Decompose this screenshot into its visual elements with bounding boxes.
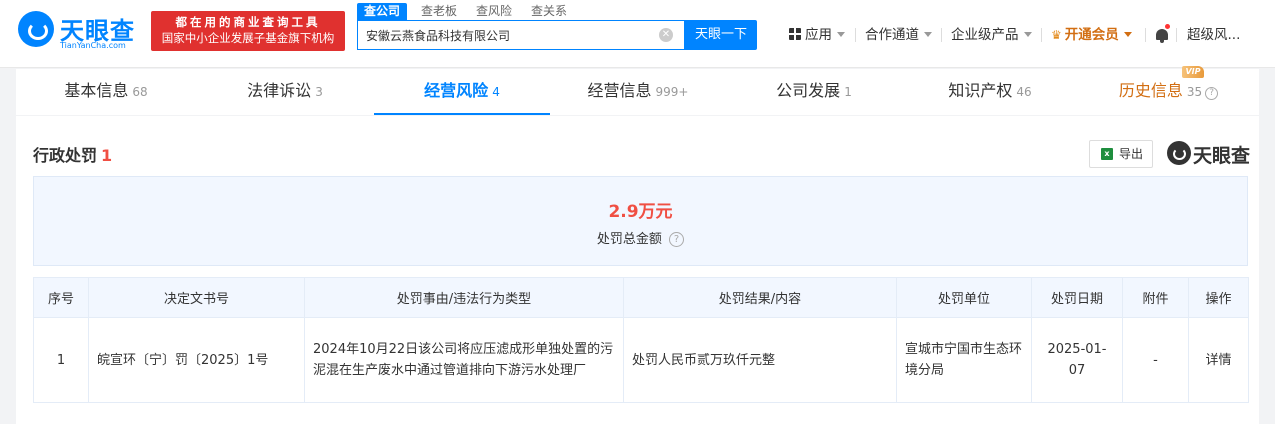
tab-label: 历史信息 [1118, 81, 1183, 100]
col-header-index: 序号 [33, 277, 89, 318]
search-button[interactable]: 天眼一下 [685, 20, 757, 50]
search-tab-boss[interactable]: 查老板 [414, 3, 464, 20]
nav-divider [941, 28, 942, 42]
tab-ip[interactable]: 知识产权 46 [902, 69, 1078, 115]
tab-label: 法律诉讼 [247, 81, 312, 100]
nav-enterprise[interactable]: 企业级产品 [951, 25, 1032, 45]
clear-icon[interactable]: ✕ [659, 28, 673, 42]
tab-label: 知识产权 [948, 81, 1013, 100]
col-header-result: 处罚结果/内容 [623, 277, 897, 318]
detail-link[interactable]: 详情 [1188, 317, 1249, 403]
promo-line-2: 国家中小企业发展子基金旗下机构 [161, 31, 335, 45]
summary-label-text: 处罚总金额 [596, 232, 662, 247]
watermark-text: 天眼查 [1193, 145, 1251, 167]
penalty-table: 序号 决定文书号 处罚事由/违法行为类型 处罚结果/内容 处罚单位 处罚日期 附… [33, 277, 1249, 403]
tab-count: 1 [844, 85, 852, 99]
logo-eye-icon [18, 11, 54, 47]
total-amount: 2.9万元 [608, 202, 673, 222]
nav-apps-label: 应用 [805, 27, 832, 43]
cell-result: 处罚人民币贰万玖仟元整 [623, 317, 897, 403]
notification-dot [1165, 24, 1170, 29]
tab-label: 公司发展 [776, 81, 841, 100]
search-tab-risk[interactable]: 查风险 [469, 3, 519, 20]
apps-grid-icon [789, 28, 801, 40]
admin-penalty-section: 行政处罚 1 x 导出 天眼查 2.9万元 处罚总金额 ? 序号 决定文书号 处罚… [16, 116, 1259, 424]
crown-icon: ♛ [1051, 28, 1062, 42]
tab-label: 经营信息 [587, 81, 652, 100]
tab-operating-info[interactable]: 经营信息 999+ [550, 69, 726, 115]
bell-icon[interactable] [1155, 24, 1170, 43]
tab-count: 999+ [655, 85, 689, 99]
nav-vip-label: 开通会员 [1064, 27, 1119, 43]
search-input[interactable] [366, 21, 656, 49]
nav-divider [1145, 28, 1146, 42]
cell-index: 1 [33, 317, 89, 403]
tab-history[interactable]: 历史信息 35? VIP [1078, 66, 1259, 115]
chevron-down-icon [1023, 32, 1032, 37]
nav-divider [1176, 28, 1177, 42]
nav-apps[interactable]: 应用 [789, 25, 845, 45]
tab-count: 46 [1016, 85, 1032, 99]
col-header-action: 操作 [1188, 277, 1249, 318]
tab-development[interactable]: 公司发展 1 [726, 69, 902, 115]
nav-vip[interactable]: ♛ 开通会员 [1051, 25, 1132, 45]
top-header: 天眼查 TianYanCha.com 都在用的商业查询工具 国家中小企业发展子基… [0, 0, 1275, 68]
nav-enterprise-label: 企业级产品 [951, 27, 1019, 43]
export-button[interactable]: x 导出 [1089, 140, 1153, 168]
nav-divider [1041, 28, 1042, 42]
tab-label: 经营风险 [424, 81, 489, 100]
logo-domain: TianYanCha.com [60, 41, 126, 50]
table-row: 1 皖宣环〔宁〕罚〔2025〕1号 2024年10月22日该公司将应压滤成形单独… [33, 317, 1249, 403]
cell-date: 2025-01-07 [1031, 317, 1123, 403]
tab-count: 3 [315, 85, 323, 99]
tab-count: 35 [1186, 85, 1203, 99]
penalty-summary: 2.9万元 处罚总金额 ? [33, 176, 1248, 266]
tab-operating-risk[interactable]: 经营风险 4 [374, 69, 550, 115]
promo-line-1: 都在用的商业查询工具 [175, 15, 321, 29]
tab-count: 4 [492, 85, 500, 99]
tab-label: 基本信息 [64, 81, 129, 100]
search-box: ✕ [357, 20, 685, 50]
chevron-down-icon [1123, 32, 1132, 37]
tab-legal[interactable]: 法律诉讼 3 [196, 69, 374, 115]
help-icon[interactable]: ? [669, 232, 685, 247]
tab-basic-info[interactable]: 基本信息 68 [16, 69, 196, 115]
company-tabs: 基本信息 68 法律诉讼 3 经营风险 4 经营信息 999+ 公司发展 1 知识产权 46… [16, 66, 1259, 115]
nav-channels[interactable]: 合作通道 [865, 25, 932, 45]
search-tab-company[interactable]: 查公司 [357, 3, 408, 20]
cell-unit: 宣城市宁国市生态环境分局 [896, 317, 1032, 403]
nav-user[interactable]: 超级风... [1187, 25, 1240, 45]
table-header-row: 序号 决定文书号 处罚事由/违法行为类型 处罚结果/内容 处罚单位 处罚日期 附… [33, 277, 1249, 318]
chevron-down-icon [837, 32, 845, 37]
bell-body [1156, 29, 1168, 40]
col-header-unit: 处罚单位 [896, 277, 1032, 318]
section-title-label: 行政处罚 [33, 146, 98, 165]
promo-banner[interactable]: 都在用的商业查询工具 国家中小企业发展子基金旗下机构 [151, 11, 345, 51]
chevron-down-icon [924, 32, 932, 37]
watermark-eye-icon [1167, 141, 1191, 165]
section-title: 行政处罚 1 [33, 142, 112, 166]
col-header-date: 处罚日期 [1031, 277, 1123, 318]
export-label: 导出 [1119, 147, 1144, 161]
col-header-doc-no: 决定文书号 [88, 277, 305, 318]
search-tab-relation[interactable]: 查关系 [524, 3, 574, 20]
excel-icon: x [1101, 148, 1113, 160]
nav-divider [855, 28, 856, 42]
bell-clapper [1160, 40, 1164, 43]
tianyancha-logo[interactable]: 天眼查 TianYanCha.com [18, 11, 142, 51]
tab-count: 68 [132, 85, 148, 99]
cell-reason: 2024年10月22日该公司将应压滤成形单独处置的污泥混在生产废水中通过管道排向… [304, 317, 624, 403]
section-count: 1 [101, 146, 113, 165]
nav-channels-label: 合作通道 [865, 27, 919, 43]
vip-badge: VIP [1182, 66, 1204, 78]
cell-doc-no: 皖宣环〔宁〕罚〔2025〕1号 [88, 317, 305, 403]
total-amount-label: 处罚总金额 ? [34, 228, 1247, 247]
col-header-reason: 处罚事由/违法行为类型 [304, 277, 624, 318]
cell-attachment: - [1122, 317, 1189, 403]
col-header-attachment: 附件 [1122, 277, 1189, 318]
help-icon[interactable]: ? [1205, 87, 1219, 100]
